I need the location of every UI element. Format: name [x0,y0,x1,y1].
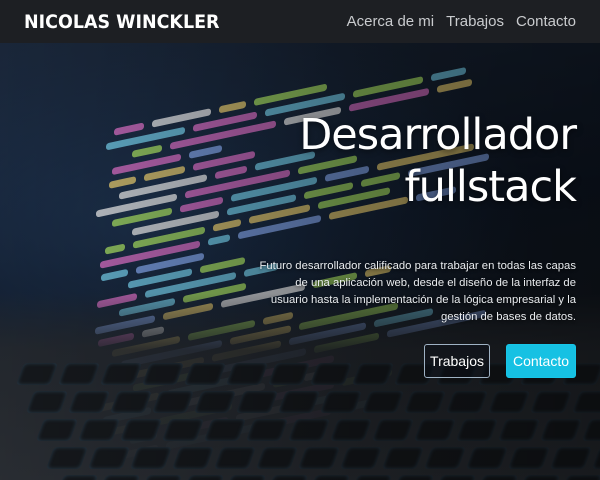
nav-link-trabajos[interactable]: Trabajos [446,13,504,30]
nav-link-contacto[interactable]: Contacto [516,13,576,30]
hero-title-line1: Desarrollador [299,110,577,160]
nav-links: Acerca de mi Trabajos Contacto [347,13,576,30]
nav-link-acerca[interactable]: Acerca de mi [347,13,435,30]
hero-title: Desarrollador fullstack [256,109,577,213]
hero-buttons: Trabajos Contacto [424,344,576,378]
hero-section: Desarrollador fullstack Futuro desarroll… [0,43,600,480]
hero-description: Futuro desarrollador calificado para tra… [259,260,577,323]
trabajos-button[interactable]: Trabajos [424,344,490,378]
brand-logo-text[interactable]: NICOLAS WINCKLER [24,11,220,33]
hero-title-line2: fullstack [404,162,577,212]
contacto-button[interactable]: Contacto [506,344,576,378]
top-navbar: NICOLAS WINCKLER Acerca de mi Trabajos C… [0,0,600,43]
